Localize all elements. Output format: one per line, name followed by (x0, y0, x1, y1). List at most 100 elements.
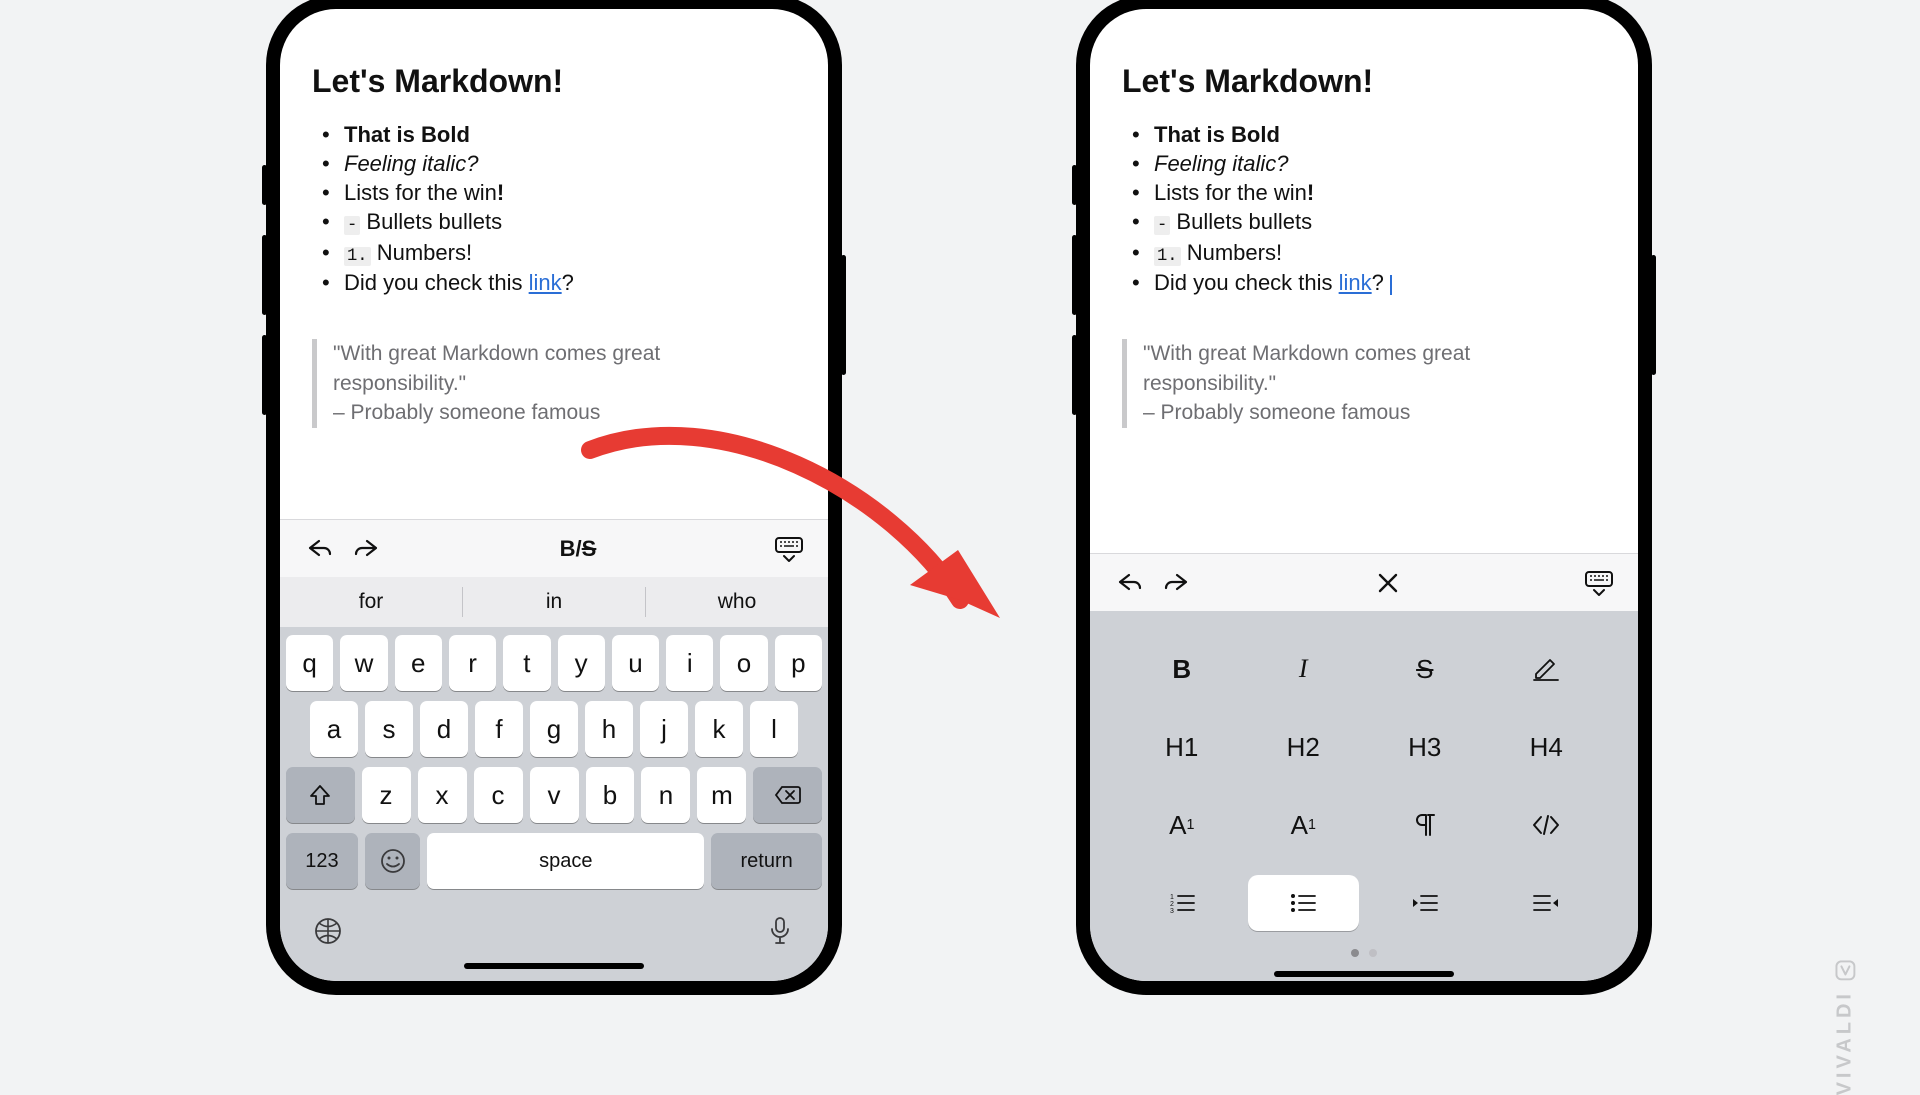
key-f[interactable]: f (475, 701, 523, 757)
key-e[interactable]: e (395, 635, 442, 691)
emoji-key[interactable] (365, 833, 420, 889)
note-content[interactable]: Let's Markdown! That is Bold Feeling ita… (280, 9, 828, 519)
close-style-button[interactable] (1373, 568, 1403, 598)
style-toggle-button[interactable]: B/S (560, 536, 597, 562)
markdown-keyboard: B I S H1 H2 H3 H4 A1 A1 123 (1090, 611, 1638, 981)
md-bold-button[interactable]: B (1126, 641, 1238, 697)
blockquote: "With great Markdown comes great respons… (1122, 339, 1606, 427)
shift-key[interactable] (286, 767, 355, 823)
md-italic-button[interactable]: I (1248, 641, 1360, 697)
key-h[interactable]: h (585, 701, 633, 757)
text-cursor (1390, 275, 1392, 295)
key-y[interactable]: y (558, 635, 605, 691)
list-item: 1. Numbers! (322, 238, 796, 269)
md-ordered-list-button[interactable]: 123 (1126, 875, 1238, 931)
md-indent-button[interactable] (1369, 875, 1481, 931)
key-q[interactable]: q (286, 635, 333, 691)
side-button (262, 335, 267, 415)
note-title: Let's Markdown! (312, 63, 796, 100)
note-list: That is Bold Feeling italic? Lists for t… (322, 120, 796, 297)
list-item: Lists for the win! (322, 178, 796, 207)
key-z[interactable]: z (362, 767, 411, 823)
svg-text:2: 2 (1170, 901, 1174, 908)
redo-button[interactable] (1162, 568, 1192, 598)
dismiss-keyboard-button[interactable] (1584, 568, 1614, 598)
indent-icon (1411, 892, 1439, 914)
dismiss-keyboard-button[interactable] (774, 534, 804, 564)
home-indicator[interactable] (464, 963, 644, 969)
editor-toolbar: B/S (280, 519, 828, 577)
dictation-button[interactable] (762, 913, 798, 949)
side-button (262, 235, 267, 315)
code-icon (1531, 814, 1561, 836)
key-l[interactable]: l (750, 701, 798, 757)
side-button (262, 165, 267, 205)
note-title: Let's Markdown! (1122, 63, 1606, 100)
key-v[interactable]: v (530, 767, 579, 823)
md-h3-button[interactable]: H3 (1369, 719, 1481, 775)
note-content[interactable]: Let's Markdown! That is Bold Feeling ita… (1090, 9, 1638, 553)
list-item: 1. Numbers! (1132, 238, 1606, 269)
key-o[interactable]: o (720, 635, 767, 691)
suggestion[interactable]: in (462, 587, 645, 617)
pilcrow-icon (1414, 812, 1436, 838)
space-key[interactable]: space (427, 833, 704, 889)
undo-button[interactable] (304, 534, 334, 564)
key-c[interactable]: c (474, 767, 523, 823)
md-h1-button[interactable]: H1 (1126, 719, 1238, 775)
md-h4-button[interactable]: H4 (1491, 719, 1603, 775)
outdent-icon (1532, 892, 1560, 914)
key-d[interactable]: d (420, 701, 468, 757)
key-a[interactable]: a (310, 701, 358, 757)
key-u[interactable]: u (612, 635, 659, 691)
key-k[interactable]: k (695, 701, 743, 757)
md-superscript-button[interactable]: A1 (1248, 797, 1360, 853)
undo-button[interactable] (1114, 568, 1144, 598)
key-i[interactable]: i (666, 635, 713, 691)
md-strike-button[interactable]: S (1369, 641, 1481, 697)
list-item: That is Bold (1132, 120, 1606, 149)
home-indicator[interactable] (1274, 971, 1454, 977)
note-list: That is Bold Feeling italic? Lists for t… (1132, 120, 1606, 297)
globe-button[interactable] (310, 913, 346, 949)
dot-active (1351, 949, 1359, 957)
key-m[interactable]: m (697, 767, 746, 823)
side-button (1072, 235, 1077, 315)
bullet-list-icon (1289, 892, 1317, 914)
svg-text:3: 3 (1170, 908, 1174, 914)
redo-button[interactable] (352, 534, 382, 564)
editor-toolbar (1090, 553, 1638, 611)
blockquote: "With great Markdown comes great respons… (312, 339, 796, 427)
list-item: Feeling italic? (1132, 149, 1606, 178)
key-g[interactable]: g (530, 701, 578, 757)
list-item: That is Bold (322, 120, 796, 149)
md-code-button[interactable] (1491, 797, 1603, 853)
note-link[interactable]: link (1339, 270, 1372, 295)
key-x[interactable]: x (418, 767, 467, 823)
md-highlight-button[interactable] (1491, 641, 1603, 697)
key-n[interactable]: n (641, 767, 690, 823)
key-t[interactable]: t (503, 635, 550, 691)
key-w[interactable]: w (340, 635, 387, 691)
list-item: Lists for the win! (1132, 178, 1606, 207)
md-paragraph-button[interactable] (1369, 797, 1481, 853)
dot-inactive (1369, 949, 1377, 957)
key-j[interactable]: j (640, 701, 688, 757)
suggestion-bar: for in who (280, 577, 828, 627)
return-key[interactable]: return (711, 833, 822, 889)
note-link[interactable]: link (529, 270, 562, 295)
key-p[interactable]: p (775, 635, 822, 691)
md-subscript-button[interactable]: A1 (1126, 797, 1238, 853)
key-r[interactable]: r (449, 635, 496, 691)
md-h2-button[interactable]: H2 (1248, 719, 1360, 775)
key-s[interactable]: s (365, 701, 413, 757)
suggestion[interactable]: for (280, 577, 462, 627)
suggestion[interactable]: who (645, 587, 828, 617)
list-item: Did you check this link? (1132, 268, 1606, 297)
backspace-key[interactable] (753, 767, 822, 823)
key-b[interactable]: b (586, 767, 635, 823)
md-bullet-list-button[interactable] (1248, 875, 1360, 931)
md-outdent-button[interactable] (1491, 875, 1603, 931)
list-item: Did you check this link? (322, 268, 796, 297)
numbers-key[interactable]: 123 (286, 833, 358, 889)
